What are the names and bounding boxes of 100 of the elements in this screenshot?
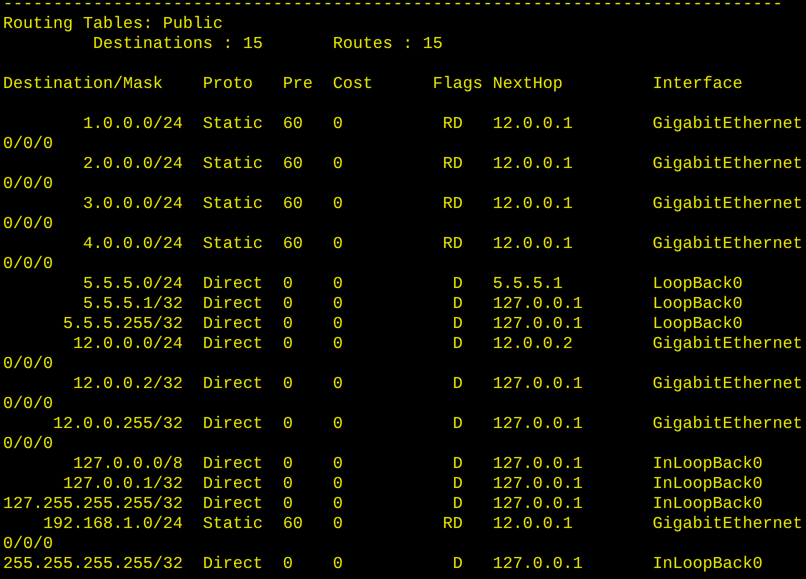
- table-cell: RD: [442, 515, 463, 534]
- table-cell: 12.0.0.1: [492, 155, 573, 174]
- table-cell: D: [452, 375, 463, 394]
- table-cell: 0: [332, 375, 343, 394]
- table-cell: 0: [332, 275, 343, 294]
- table-cell: 1.0.0.0/24: [82, 115, 183, 134]
- column-header: NextHop: [492, 75, 564, 95]
- table-cell: D: [452, 475, 463, 494]
- column-header: Destination/Mask: [3, 75, 164, 95]
- table-cell: InLoopBack0: [652, 555, 763, 574]
- table-cell: Static: [202, 515, 263, 534]
- table-cell: 0/0/0: [3, 175, 53, 195]
- table-cell: D: [452, 415, 463, 434]
- table-cell: 60: [282, 155, 303, 174]
- table-cell: 127.0.0.1: [492, 455, 583, 474]
- table-cell: 12.0.0.255/32: [52, 415, 183, 434]
- table-cell: 12.0.0.0/24: [72, 335, 183, 354]
- table-cell: 127.0.0.1: [492, 375, 583, 394]
- table-cell: 0: [332, 295, 343, 314]
- table-cell: 127.0.0.1: [492, 495, 583, 514]
- table-cell: 127.0.0.1: [492, 475, 583, 494]
- table-cell: 12.0.0.1: [492, 235, 573, 254]
- table-cell: 0: [282, 295, 293, 314]
- table-cell: 127.0.0.1: [492, 415, 583, 434]
- table-cell: 0/0/0: [3, 135, 53, 155]
- table-cell: LoopBack0: [652, 295, 743, 314]
- table-cell: 0: [282, 335, 293, 354]
- table-cell: Direct: [202, 375, 263, 394]
- table-cell: LoopBack0: [652, 275, 743, 294]
- table-cell: Direct: [202, 495, 263, 514]
- table-cell: Direct: [202, 315, 263, 334]
- table-cell: 0: [282, 455, 293, 474]
- table-cell: GigabitEthernet: [652, 155, 803, 174]
- table-cell: Direct: [202, 275, 263, 294]
- table-cell: GigabitEthernet: [652, 235, 803, 254]
- table-cell: 0: [282, 275, 293, 294]
- table-cell: 5.5.5.0/24: [82, 275, 183, 294]
- table-cell: Static: [202, 155, 263, 174]
- routes-count: Routes : 15: [332, 35, 443, 55]
- table-cell: 5.5.5.1/32: [82, 295, 183, 314]
- table-cell: 0: [332, 195, 343, 214]
- table-cell: D: [452, 295, 463, 314]
- table-cell: 0: [332, 555, 343, 574]
- table-cell: RD: [442, 155, 463, 174]
- table-cell: 0/0/0: [3, 395, 53, 415]
- table-cell: GigabitEthernet: [652, 515, 803, 534]
- table-cell: Direct: [202, 415, 263, 434]
- table-cell: Static: [202, 235, 263, 254]
- table-cell: Direct: [202, 335, 263, 354]
- table-cell: 0: [332, 235, 343, 254]
- table-cell: 0: [332, 475, 343, 494]
- column-header: Pre: [282, 75, 314, 95]
- table-cell: 255.255.255.255/32: [3, 555, 183, 574]
- table-cell: 0/0/0: [3, 535, 53, 555]
- table-cell: 0: [282, 415, 293, 434]
- table-cell: 60: [282, 515, 303, 534]
- table-cell: 12.0.0.1: [492, 515, 573, 534]
- table-cell: 127.0.0.1: [492, 315, 583, 334]
- column-header: Proto: [202, 75, 254, 95]
- table-cell: GigabitEthernet: [652, 375, 803, 394]
- table-cell: D: [452, 555, 463, 574]
- table-cell: 0: [282, 475, 293, 494]
- table-cell: Direct: [202, 555, 263, 574]
- table-cell: 127.255.255.255/32: [3, 495, 183, 514]
- table-cell: 127.0.0.0/8: [72, 455, 183, 474]
- column-header: Cost: [332, 75, 374, 95]
- table-cell: 12.0.0.1: [492, 195, 573, 214]
- table-cell: 0: [332, 495, 343, 514]
- table-cell: 60: [282, 115, 303, 134]
- destinations-count: Destinations : 15: [92, 35, 264, 55]
- table-cell: D: [452, 315, 463, 334]
- table-cell: 0: [282, 495, 293, 514]
- table-cell: 0: [282, 555, 293, 574]
- table-cell: RD: [442, 195, 463, 214]
- table-cell: GigabitEthernet: [652, 115, 803, 134]
- separator-text: ------------------------------------------------------------------------------: [3, 0, 783, 15]
- table-cell: Static: [202, 115, 263, 134]
- table-cell: RD: [442, 115, 463, 134]
- table-cell: 0/0/0: [3, 215, 53, 235]
- table-cell: 0: [332, 515, 343, 534]
- table-cell: D: [452, 275, 463, 294]
- table-cell: 5.5.5.255/32: [62, 315, 183, 334]
- table-cell: 0: [282, 375, 293, 394]
- table-cell: Direct: [202, 455, 263, 474]
- table-cell: Static: [202, 195, 263, 214]
- column-header: Flags: [432, 75, 484, 95]
- table-cell: 127.0.0.1/32: [62, 475, 183, 494]
- table-cell: 12.0.0.2/32: [72, 375, 183, 394]
- table-cell: D: [452, 495, 463, 514]
- table-cell: Direct: [202, 295, 263, 314]
- table-cell: D: [452, 455, 463, 474]
- table-cell: Direct: [202, 475, 263, 494]
- table-cell: 0/0/0: [3, 255, 53, 275]
- table-cell: 0/0/0: [3, 355, 53, 375]
- table-cell: InLoopBack0: [652, 475, 763, 494]
- table-cell: 0: [332, 315, 343, 334]
- table-cell: 2.0.0.0/24: [82, 155, 183, 174]
- table-cell: 4.0.0.0/24: [82, 235, 183, 254]
- table-cell: GigabitEthernet: [652, 335, 803, 354]
- table-cell: 192.168.1.0/24: [42, 515, 183, 534]
